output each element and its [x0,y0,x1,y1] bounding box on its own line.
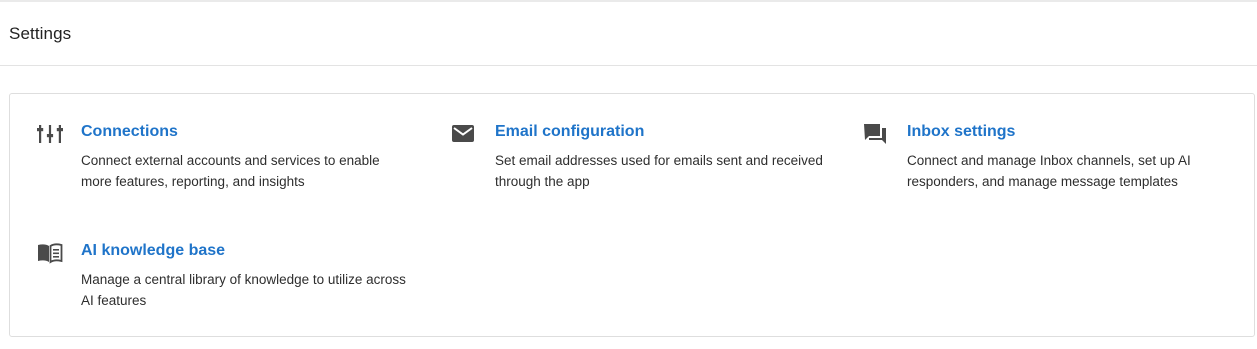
inbox-settings-link[interactable]: Inbox settings [907,123,1015,141]
inbox-settings-description: Connect and manage Inbox channels, set u… [907,153,1191,189]
email-configuration-link[interactable]: Email configuration [495,123,644,141]
chat-bubble-icon [863,123,889,145]
envelope-icon [451,123,477,145]
page-title: Settings [9,24,72,43]
sliders-icon [37,123,63,145]
ai-knowledge-base-description: Manage a central library of knowledge to… [81,272,406,308]
book-icon [37,242,63,264]
settings-panel: Connections Connect external accounts an… [9,93,1255,337]
connections-link[interactable]: Connections [81,123,178,141]
ai-knowledge-base-link[interactable]: AI knowledge base [81,242,225,260]
page-header: Settings [0,2,1257,66]
email-configuration-description: Set email addresses used for emails sent… [495,153,823,189]
connections-description: Connect external accounts and services t… [81,153,380,189]
